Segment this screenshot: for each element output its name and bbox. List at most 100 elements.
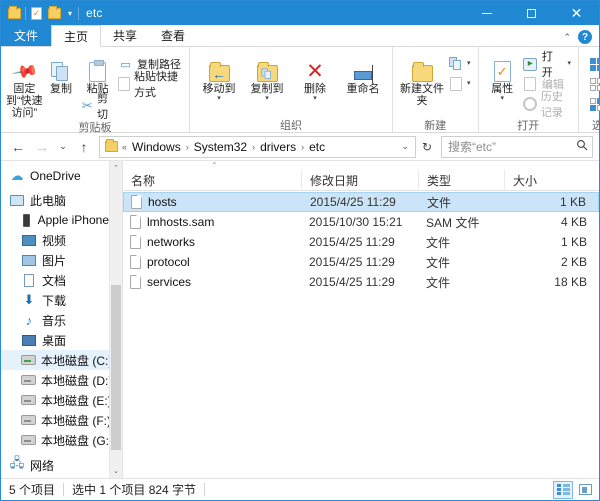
breadcrumb-item-drivers[interactable]: drivers — [257, 140, 299, 154]
back-button[interactable]: ← — [7, 136, 29, 158]
breadcrumb-sep-3[interactable]: › — [300, 142, 305, 152]
details-view-button[interactable] — [553, 480, 573, 499]
select-none-button[interactable]: 全部取消 — [588, 75, 600, 93]
table-row[interactable]: services 2015/4/25 11:29 文件 18 KB — [123, 272, 599, 292]
navigation-list: ☁ OneDrive 此电脑 Apple iPhone 视频 图片 文档 ⬇ 下… — [1, 161, 113, 478]
table-row[interactable]: networks 2015/4/25 11:29 文件 1 KB — [123, 232, 599, 252]
sidebar-item-onedrive[interactable]: ☁ OneDrive — [1, 166, 109, 186]
invert-selection-button[interactable]: 反向选择 — [588, 95, 600, 113]
search-box[interactable]: 搜索“etc” — [441, 135, 593, 158]
sidebar-item-network[interactable]: 🖧 网络 — [1, 455, 109, 475]
large-icons-view-button[interactable] — [575, 481, 595, 499]
scrollbar-thumb[interactable] — [111, 284, 121, 450]
breadcrumb-sep-1[interactable]: › — [185, 142, 190, 152]
column-header-type[interactable]: 类型 — [418, 169, 504, 191]
tab-file[interactable]: 文件 — [1, 24, 52, 46]
scrollbar-track[interactable] — [110, 175, 122, 464]
scroll-up-icon[interactable]: ⌃ — [110, 161, 122, 175]
address-dropdown-icon[interactable]: ⌄ — [397, 141, 413, 152]
collapse-ribbon-icon[interactable]: ⌃ — [563, 32, 571, 43]
new-folder-button[interactable]: 新建文件夹 — [398, 50, 446, 107]
copy-to-caret-icon[interactable]: ▾ — [265, 95, 269, 102]
drive-g-icon — [21, 435, 36, 445]
paste-shortcut-button[interactable]: 粘贴快捷方式 — [116, 71, 184, 99]
sidebar-label-drive-d: 本地磁盘 (D:) — [41, 373, 113, 388]
copy-to-button[interactable]: 复制到 ▾ — [243, 50, 291, 102]
pin-to-quick-access-button[interactable]: 📌 固定到“快速访问” — [6, 50, 43, 119]
navigation-scrollbar[interactable]: ⌃ ⌄ — [109, 161, 122, 478]
sidebar-item-videos[interactable]: 视频 — [1, 230, 109, 250]
qat-dropdown-icon[interactable]: ▾ — [65, 6, 75, 20]
file-icon — [130, 275, 141, 289]
new-folder-icon — [411, 54, 433, 82]
open-caret-icon[interactable]: ▾ — [568, 60, 572, 67]
cut-label: 剪切 — [96, 93, 108, 121]
rename-button[interactable]: 重命名 — [339, 50, 387, 95]
easy-access-caret-icon[interactable]: ▾ — [467, 80, 471, 87]
open-icon: ▸ — [523, 57, 538, 72]
sidebar-item-desktop[interactable]: 桌面 — [1, 330, 109, 350]
column-header-name[interactable]: 名称 — [123, 170, 301, 191]
table-row[interactable]: protocol 2015/4/25 11:29 文件 2 KB — [123, 252, 599, 272]
qat-new-folder-icon[interactable] — [47, 5, 62, 21]
sidebar-item-drive-g[interactable]: 本地磁盘 (G:) — [1, 430, 113, 450]
properties-caret-icon[interactable]: ▾ — [500, 95, 504, 102]
sidebar-item-drive-f[interactable]: 本地磁盘 (F:) — [1, 410, 111, 430]
search-input[interactable]: 搜索“etc” — [448, 138, 576, 155]
up-button[interactable]: ↑ — [73, 136, 95, 158]
sidebar-item-drive-e[interactable]: 本地磁盘 (E:) — [1, 390, 112, 410]
breadcrumb-bar[interactable]: « Windows › System32 › drivers › etc ⌄ — [99, 135, 416, 158]
move-to-caret-icon[interactable]: ▾ — [217, 95, 221, 102]
tab-share[interactable]: 共享 — [101, 24, 149, 46]
tab-view[interactable]: 查看 — [149, 24, 197, 46]
breadcrumb-item-etc[interactable]: etc — [306, 140, 328, 154]
recent-locations-button[interactable]: ⌄ — [55, 136, 71, 158]
this-pc-icon — [9, 194, 25, 206]
properties-button[interactable]: ✓ 属性 ▾ — [484, 50, 521, 102]
copy-label: 复制 — [50, 83, 72, 95]
help-icon[interactable]: ? — [578, 30, 592, 44]
sidebar-item-pictures[interactable]: 图片 — [1, 250, 109, 270]
delete-caret-icon[interactable]: ▾ — [313, 95, 317, 102]
sidebar-item-drive-d[interactable]: 本地磁盘 (D:) — [1, 370, 113, 390]
copy-button[interactable]: 复制 — [43, 50, 80, 95]
pin-to-quick-access-label: 固定到“快速访问” — [6, 83, 43, 119]
easy-access-button[interactable]: ▾ — [446, 75, 473, 93]
sidebar-item-documents[interactable]: 文档 — [1, 270, 109, 290]
table-row[interactable]: lmhosts.sam 2015/10/30 15:21 SAM 文件 4 KB — [123, 212, 599, 232]
breadcrumb-item-windows[interactable]: Windows — [129, 140, 184, 154]
rename-label: 重命名 — [346, 83, 380, 95]
new-item-button[interactable]: ▾ — [446, 55, 473, 73]
breadcrumb-sep-2[interactable]: › — [251, 142, 256, 152]
qat-properties-icon[interactable]: ✓ — [29, 6, 44, 21]
minimize-button[interactable] — [464, 1, 509, 25]
sidebar-item-drive-c[interactable]: 本地磁盘 (C:) — [1, 350, 112, 370]
column-header-date[interactable]: 修改日期 — [301, 169, 418, 191]
column-header-size[interactable]: 大小 — [504, 169, 599, 191]
scroll-down-icon[interactable]: ⌄ — [110, 464, 122, 478]
sidebar-item-music[interactable]: ♪ 音乐 — [1, 310, 109, 330]
file-size: 1 KB — [559, 195, 586, 209]
delete-button[interactable]: ✕ 删除 ▾ — [291, 50, 339, 102]
table-row[interactable]: hosts 2015/4/25 11:29 文件 1 KB — [123, 192, 599, 212]
sidebar-item-this-pc[interactable]: 此电脑 — [1, 190, 109, 210]
maximize-button[interactable] — [509, 1, 554, 25]
cut-button[interactable]: ✂ 剪切 — [79, 93, 116, 121]
forward-button[interactable]: → — [31, 136, 53, 158]
sidebar-label-apple-iphone: Apple iPhone — [37, 213, 109, 227]
paste-button[interactable]: 粘贴 ✂ 剪切 — [79, 50, 116, 121]
sidebar-item-downloads[interactable]: ⬇ 下载 — [1, 290, 109, 310]
sidebar-item-apple-iphone[interactable]: Apple iPhone — [1, 210, 109, 230]
tab-home[interactable]: 主页 — [51, 25, 102, 47]
qat-divider — [25, 6, 26, 20]
breadcrumb-overflow[interactable]: « — [121, 142, 128, 152]
close-button[interactable]: ✕ — [554, 1, 599, 25]
search-icon[interactable] — [576, 139, 588, 154]
new-item-caret-icon[interactable]: ▾ — [467, 60, 471, 67]
select-all-button[interactable]: 全部选择 — [588, 55, 600, 73]
move-to-button[interactable]: ← 移动到 ▾ — [195, 50, 243, 102]
qat-folder-icon[interactable] — [7, 5, 22, 21]
breadcrumb-item-system32[interactable]: System32 — [191, 140, 250, 154]
refresh-button[interactable]: ↻ — [418, 140, 436, 154]
open-button[interactable]: ▸ 打开 ▾ — [521, 51, 573, 79]
